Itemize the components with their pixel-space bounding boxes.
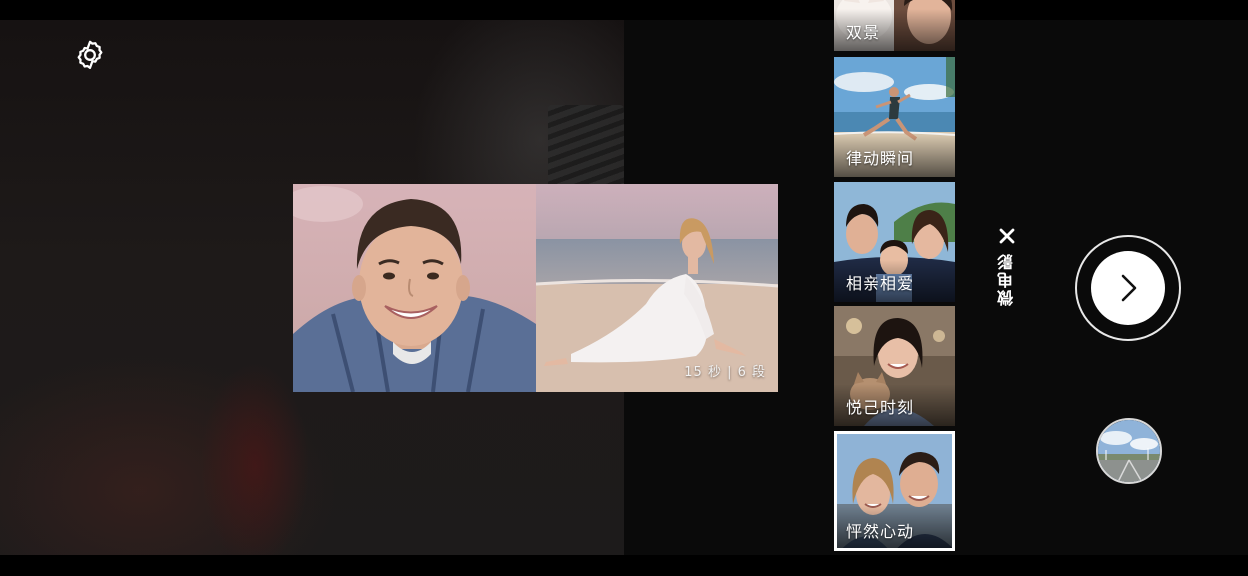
settings-button[interactable] bbox=[72, 37, 108, 73]
template-label: 悦己时刻 bbox=[846, 398, 915, 417]
template-preview[interactable]: 15 秒 | 6 段 bbox=[293, 184, 778, 392]
template-label: 双景 bbox=[846, 23, 881, 42]
template-list[interactable]: 双景 律动瞬间 相亲相爱 悦己时刻 怦然心动 bbox=[834, 0, 955, 555]
next-button[interactable] bbox=[1075, 235, 1181, 341]
template-label: 怦然心动 bbox=[846, 522, 915, 541]
mode-label: 微电影 bbox=[992, 226, 1022, 326]
chevron-right-icon bbox=[1121, 274, 1137, 302]
next-button-inner bbox=[1091, 251, 1165, 325]
preview-panel-beach: 15 秒 | 6 段 bbox=[535, 184, 778, 392]
template-item-xiangqin[interactable]: 相亲相爱 bbox=[834, 182, 955, 302]
mode-name: 微电影 bbox=[997, 252, 1016, 306]
template-label: 律动瞬间 bbox=[846, 149, 915, 168]
template-item-yueji[interactable]: 悦己时刻 bbox=[834, 306, 955, 426]
close-icon bbox=[999, 228, 1015, 244]
template-item-lvdong[interactable]: 律动瞬间 bbox=[834, 57, 955, 177]
camera-screen: 15 秒 | 6 段 双景 律动瞬间 相亲相爱 悦己时刻 怦然心动 微电影 bbox=[0, 0, 1248, 576]
preview-duration-badge: 15 秒 | 6 段 bbox=[684, 365, 766, 380]
gallery-thumbnail-button[interactable] bbox=[1096, 418, 1162, 484]
template-item-shuangjing[interactable]: 双景 bbox=[834, 0, 955, 51]
gear-icon bbox=[77, 40, 103, 70]
gallery-thumbnail bbox=[1098, 420, 1160, 482]
preview-panel-portrait bbox=[293, 184, 536, 392]
template-label: 相亲相爱 bbox=[846, 274, 915, 293]
close-mode-button[interactable] bbox=[997, 226, 1017, 246]
viewfinder-blind bbox=[548, 105, 624, 195]
template-item-pengran[interactable]: 怦然心动 bbox=[834, 431, 955, 551]
